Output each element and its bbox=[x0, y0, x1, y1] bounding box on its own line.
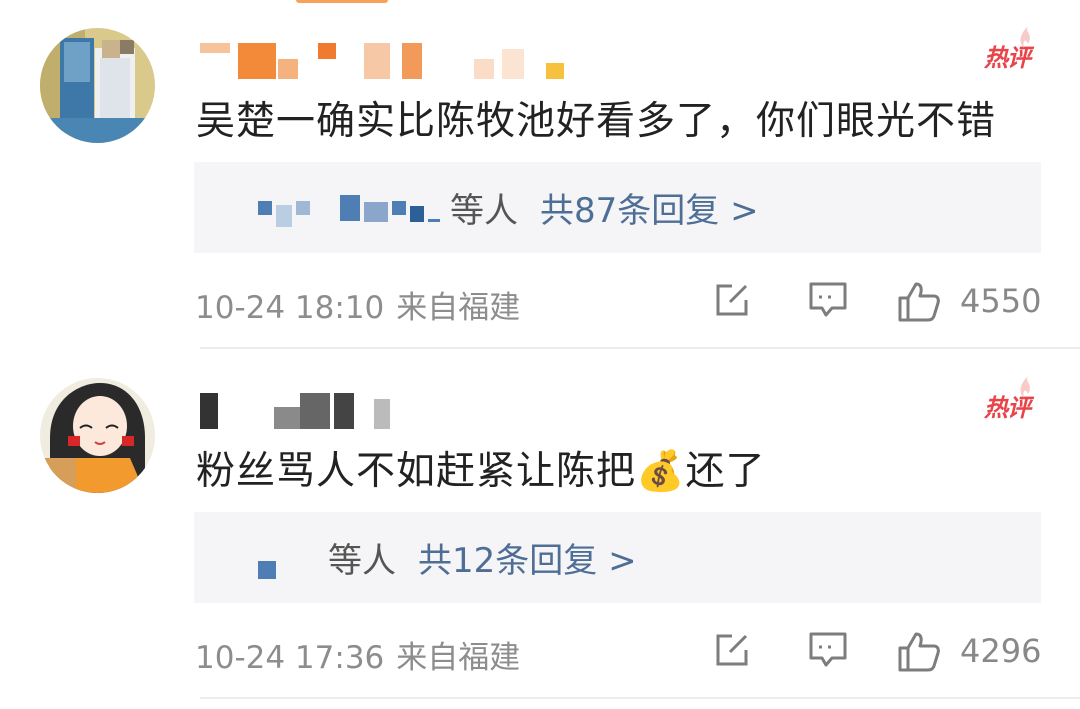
reply-names: 等人 bbox=[450, 191, 518, 231]
comment-meta: 10-24 17:36 来自福建 bbox=[195, 632, 520, 677]
comment-text: 粉丝骂人不如赶紧让陈把💰还了 bbox=[196, 449, 766, 494]
reply-count-link[interactable]: 共12条回复 > bbox=[418, 533, 637, 582]
thumbs-up-icon[interactable] bbox=[896, 628, 942, 674]
replier-avatars-redacted bbox=[258, 560, 276, 579]
comment-meta: 10-24 18:10 来自福建 bbox=[195, 282, 520, 327]
reply-summary[interactable]: 等人 共12条回复 > bbox=[194, 512, 1041, 603]
location: 来自福建 bbox=[396, 640, 521, 676]
avatar[interactable] bbox=[40, 378, 155, 493]
thumbs-up-icon[interactable] bbox=[896, 278, 942, 324]
flame-icon bbox=[1020, 26, 1030, 48]
reply-count-link[interactable]: 共87条回复 > bbox=[540, 183, 759, 232]
comment-actions: 4550 bbox=[710, 278, 1042, 328]
like-count: 4296 bbox=[960, 632, 1042, 670]
divider bbox=[200, 697, 1080, 699]
flame-icon bbox=[1020, 376, 1030, 398]
avatar[interactable] bbox=[40, 28, 155, 143]
hot-comment-badge: 热评 bbox=[984, 376, 1031, 423]
username-redacted[interactable] bbox=[200, 393, 390, 429]
reply-summary[interactable]: 等人 共87条回复 > bbox=[194, 162, 1041, 253]
timestamp: 10-24 18:10 bbox=[195, 290, 385, 326]
reply-names: 等人 bbox=[328, 541, 396, 581]
like-count: 4550 bbox=[960, 282, 1042, 320]
comment-text: 吴楚一确实比陈牧池好看多了，你们眼光不错 bbox=[196, 99, 997, 144]
comment-actions: 4296 bbox=[710, 628, 1042, 678]
divider bbox=[200, 347, 1080, 349]
username-redacted[interactable] bbox=[200, 43, 564, 79]
timestamp: 10-24 17:36 bbox=[195, 640, 385, 676]
share-icon[interactable] bbox=[710, 278, 754, 322]
comment-icon[interactable] bbox=[806, 628, 850, 672]
replier-avatars-redacted bbox=[258, 189, 440, 227]
hot-comment-badge: 热评 bbox=[984, 26, 1031, 73]
top-tab-indicator bbox=[296, 0, 388, 3]
share-icon[interactable] bbox=[710, 628, 754, 672]
location: 来自福建 bbox=[396, 290, 521, 326]
comment-icon[interactable] bbox=[806, 278, 850, 322]
